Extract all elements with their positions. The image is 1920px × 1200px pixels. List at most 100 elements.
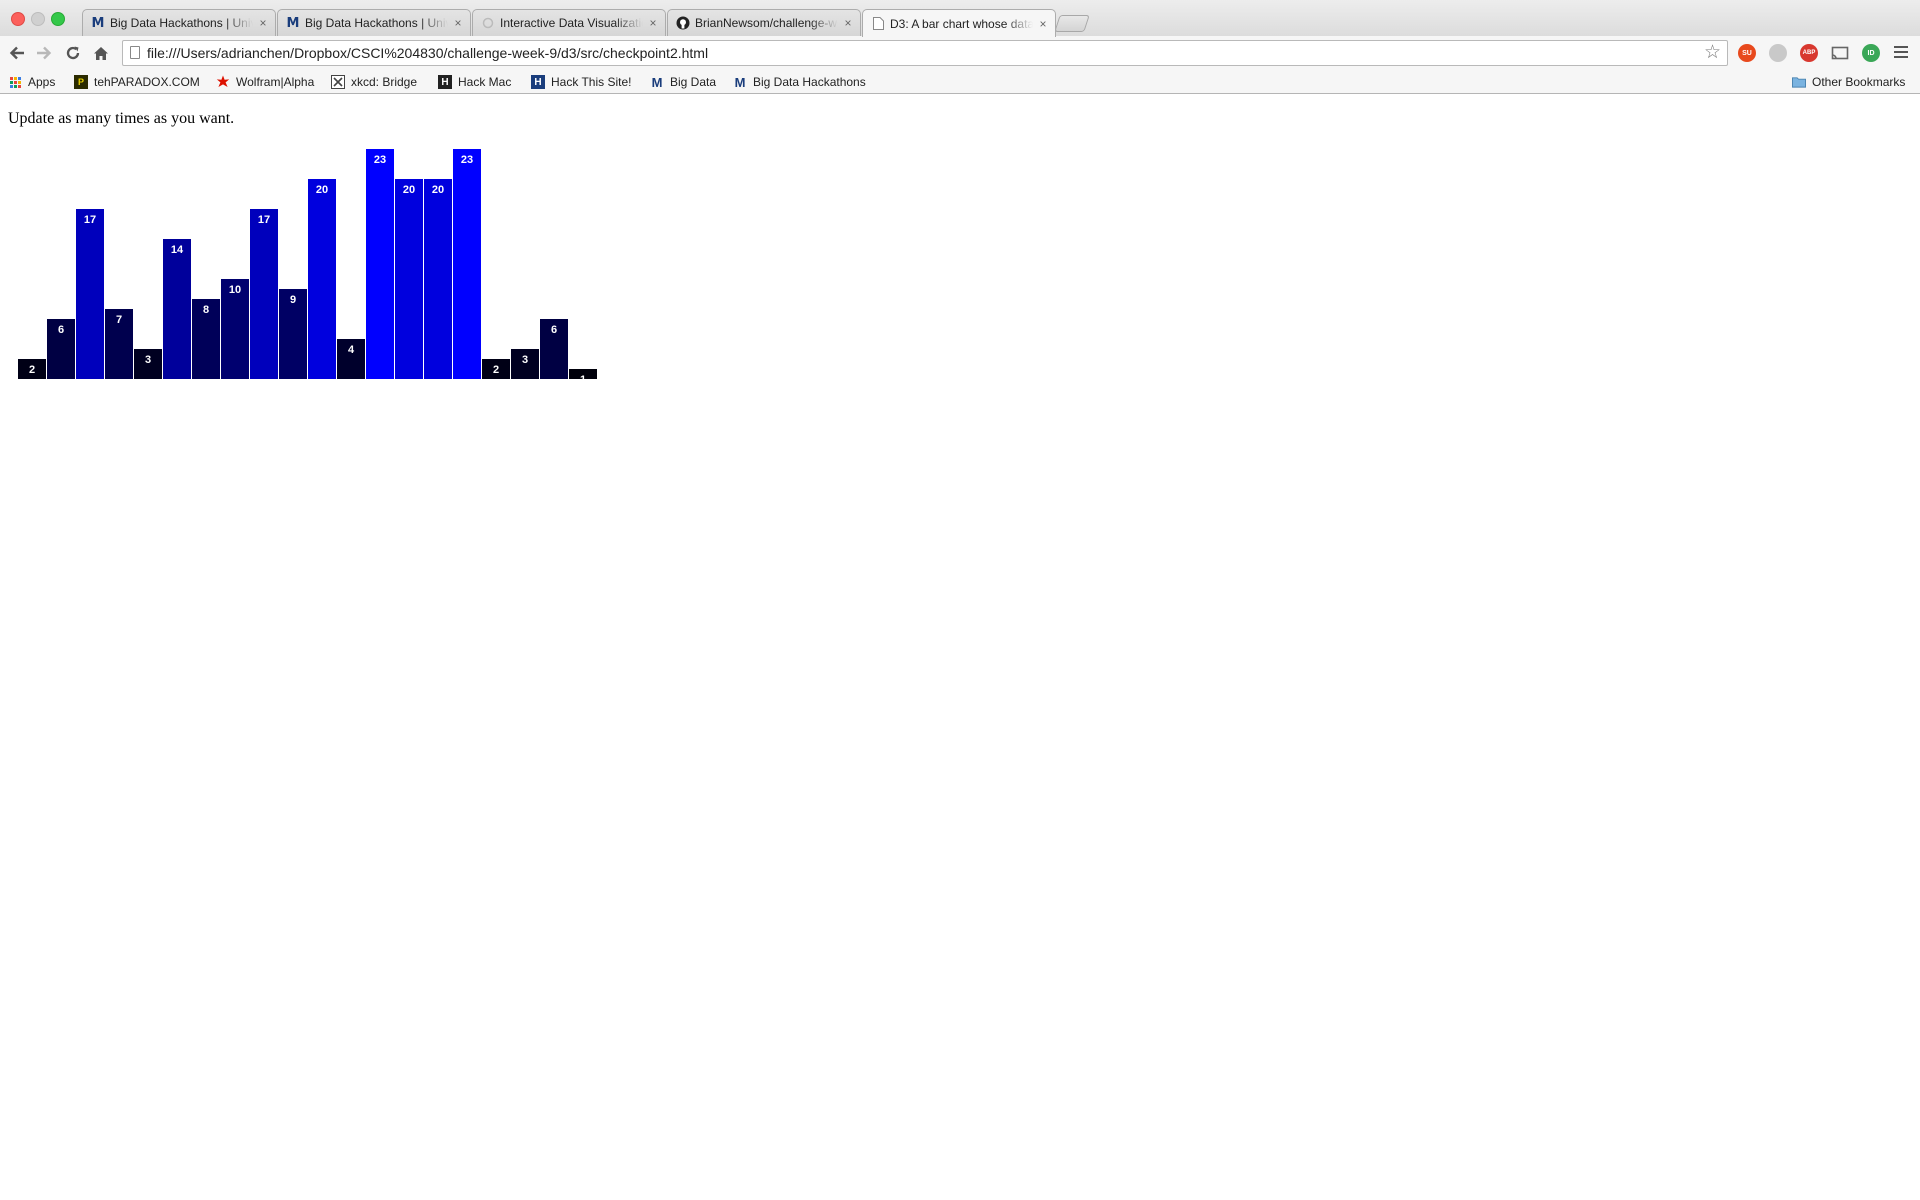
bookmark-star-icon[interactable]: ☆: [1704, 43, 1721, 63]
bookmark-hack-this-site[interactable]: H Hack This Site!: [531, 73, 631, 91]
home-icon: [94, 46, 108, 60]
bookmark-apps[interactable]: Apps: [8, 73, 55, 91]
m-icon: M: [286, 15, 300, 31]
bar-label-4: 7: [116, 314, 122, 326]
page-icon: [871, 17, 885, 31]
chrome-menu-icon[interactable]: [1894, 46, 1908, 58]
bookmark-big-data[interactable]: M Big Data: [650, 73, 716, 91]
tab-close-icon[interactable]: ×: [842, 16, 854, 30]
bar-label-6: 14: [171, 244, 184, 256]
bar-label-12: 4: [348, 344, 355, 356]
bookmark-other-bookmarks[interactable]: Other Bookmarks: [1792, 73, 1905, 91]
window-close-button[interactable]: [11, 12, 25, 26]
tab-close-icon[interactable]: ×: [452, 16, 464, 30]
bookmark-hack-mac[interactable]: H Hack Mac: [438, 73, 511, 91]
bar-9: [250, 209, 278, 379]
hackthissite-icon: H: [531, 75, 545, 89]
tab-close-icon[interactable]: ×: [1037, 17, 1049, 31]
m-icon: M: [734, 74, 746, 90]
tab-big-data-hackathons-1[interactable]: M Big Data Hackathons | University ×: [82, 9, 276, 36]
reload-button[interactable]: [61, 41, 85, 65]
adblock-plus-icon[interactable]: ABP: [1800, 44, 1818, 62]
address-bar[interactable]: file:///Users/adrianchen/Dropbox/CSCI%20…: [122, 40, 1728, 66]
bar-chart: 261773148101792042320 20232361: [18, 149, 597, 386]
cast-icon[interactable]: [1831, 44, 1849, 62]
hackmac-icon: H: [438, 75, 452, 89]
tab-title: Big Data Hackathons | University: [305, 16, 448, 30]
bookmarks-bar: Apps P tehPARADOX.COM Wolfram|Alpha xkcd…: [0, 70, 1920, 94]
bar-label-14: 20: [403, 184, 415, 196]
ghostery-icon[interactable]: [1769, 44, 1787, 62]
bookmark-big-data-hackathons[interactable]: M Big Data Hackathons: [733, 73, 866, 91]
bar-label-13: 23: [374, 154, 386, 166]
window-minimize-button[interactable]: [31, 12, 45, 26]
bookmark-label: xkcd: Bridge: [351, 75, 418, 89]
forward-arrow-icon: [37, 46, 52, 60]
wolfram-icon: [216, 75, 230, 89]
extension-label: SU: [1742, 49, 1752, 57]
bookmark-label: Big Data: [670, 75, 717, 89]
bar-13: [366, 149, 394, 379]
reload-icon: [66, 46, 80, 60]
tab-d3-bar-chart[interactable]: D3: A bar chart whose data ×: [862, 9, 1056, 37]
tab-close-icon[interactable]: ×: [257, 16, 269, 30]
bar-label-15: 20: [432, 184, 444, 196]
stumbleupon-icon[interactable]: SU: [1738, 44, 1756, 62]
xkcd-icon: [331, 75, 345, 89]
back-button[interactable]: [5, 41, 29, 65]
tab-big-data-hackathons-2[interactable]: M Big Data Hackathons | University ×: [277, 9, 471, 36]
bar-label-20: 1: [580, 374, 586, 386]
bookmark-wolfram-alpha[interactable]: Wolfram|Alpha: [216, 73, 314, 91]
bar-14: [395, 179, 423, 379]
window-zoom-button[interactable]: [51, 12, 65, 26]
folder-icon: [1792, 75, 1806, 89]
tab-interactive-data-visualization[interactable]: Interactive Data Visualization ×: [472, 9, 666, 36]
bookmark-tehparadox[interactable]: P tehPARADOX.COM: [74, 73, 200, 91]
bar-6: [163, 239, 191, 379]
page-info-icon[interactable]: [130, 46, 140, 59]
bar-label-3: 17: [84, 214, 96, 226]
tehparadox-icon: P: [74, 75, 88, 89]
apps-grid-icon: [8, 75, 22, 89]
tab-title: D3: A bar chart whose data: [890, 16, 1033, 31]
new-tab-button[interactable]: [1054, 15, 1090, 32]
bookmark-label: Big Data Hackathons: [753, 75, 866, 89]
bar-label-10: 9: [290, 294, 296, 306]
bar-label-8: 10: [229, 284, 241, 296]
tab-close-icon[interactable]: ×: [647, 16, 659, 30]
bar-3: [76, 209, 104, 379]
tab-github-challenge-week[interactable]: BrianNewsom/challenge-week ×: [667, 9, 861, 36]
bookmark-xkcd-bridge[interactable]: xkcd: Bridge: [331, 73, 417, 91]
github-icon: [676, 16, 690, 30]
bar-label-5: 3: [145, 354, 151, 366]
bar-11: [308, 179, 336, 379]
bookmark-label: Hack This Site!: [551, 75, 632, 89]
pushbullet-icon[interactable]: ID: [1862, 44, 1880, 62]
tab-title: Interactive Data Visualization: [500, 16, 643, 30]
bar-label-11: 20: [316, 184, 328, 196]
bookmark-label: Other Bookmarks: [1812, 75, 1906, 89]
intro-text: Update as many times as you want.: [8, 110, 235, 127]
browser-tab-strip: M Big Data Hackathons | University × M B…: [0, 0, 1920, 37]
browser-toolbar: file:///Users/adrianchen/Dropbox/CSCI%20…: [0, 36, 1920, 70]
bar-label-19: 6: [551, 324, 557, 336]
url-text[interactable]: file:///Users/adrianchen/Dropbox/CSCI%20…: [147, 41, 708, 65]
loading-icon: [481, 16, 495, 30]
bar-label-18: 3: [522, 354, 528, 366]
bar-label-2: 6: [58, 324, 64, 336]
forward-button[interactable]: [32, 41, 56, 65]
bar-label-9: 17: [258, 214, 270, 226]
bookmark-label: Apps: [28, 75, 56, 89]
bookmark-label: Hack Mac: [458, 75, 512, 89]
bookmark-label: tehPARADOX.COM: [94, 75, 200, 89]
bar-16: [453, 149, 481, 379]
m-icon: M: [91, 15, 105, 31]
extension-label: ID: [1867, 49, 1875, 57]
bar-label-17: 2: [493, 364, 499, 376]
home-button[interactable]: [89, 41, 113, 65]
page-content: Update as many times as you want. 2 6 17 7 3…: [0, 94, 1920, 1200]
back-arrow-icon: [9, 46, 24, 60]
extension-label: ABP: [1802, 50, 1816, 56]
bar-label-16: 23: [461, 154, 473, 166]
tab-title: BrianNewsom/challenge-week: [695, 16, 838, 30]
